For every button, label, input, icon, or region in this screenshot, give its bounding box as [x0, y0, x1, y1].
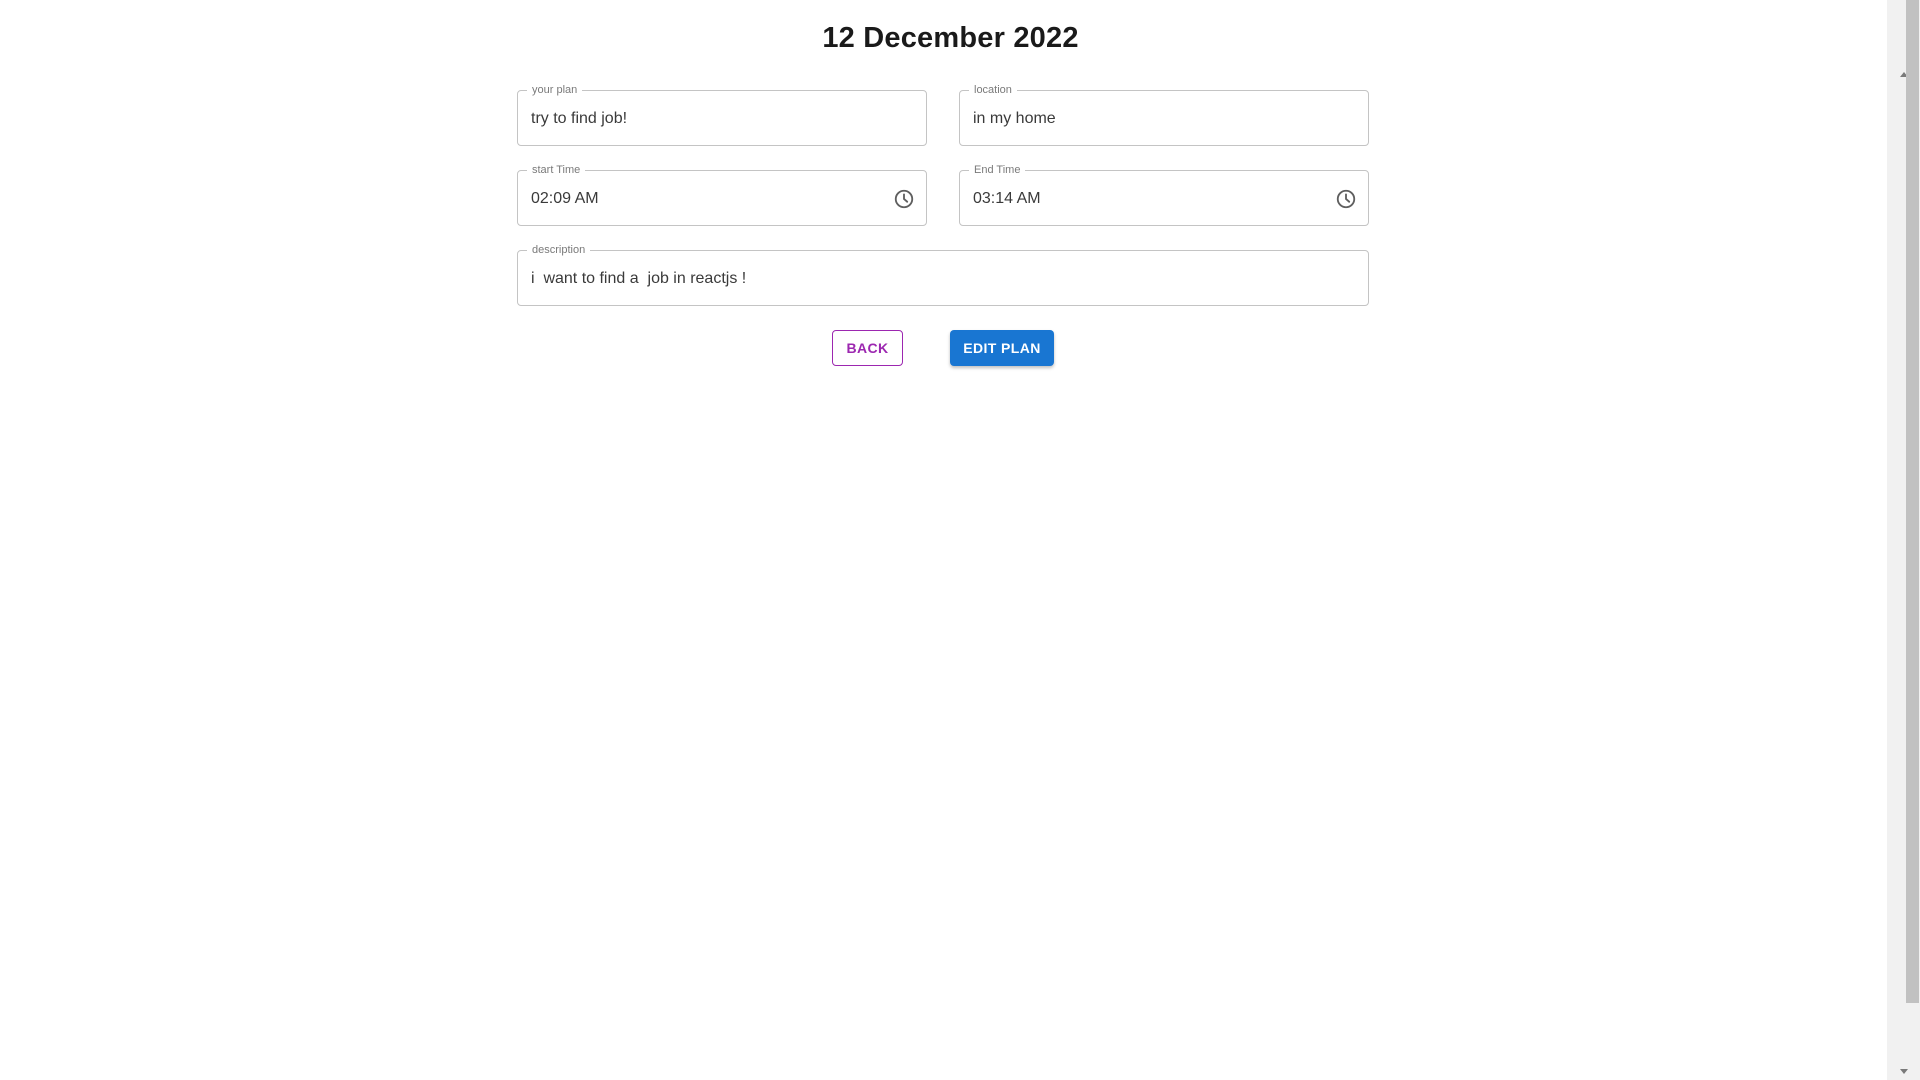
plan-field-value[interactable]: try to find job!: [531, 109, 627, 129]
end-time-field-label: End Time: [969, 164, 1026, 177]
description-field-label: description: [527, 244, 591, 257]
location-field-label: location: [969, 84, 1017, 97]
start-time-field-label: start Time: [527, 164, 586, 177]
start-time-field-value[interactable]: 02:09 AM: [531, 189, 599, 209]
location-field[interactable]: location in my home: [959, 84, 1369, 146]
scrollbar-thumb[interactable]: [1906, 0, 1919, 1003]
page-title: 12 December 2022: [822, 22, 1079, 54]
description-field[interactable]: description i want to find a job in reac…: [517, 244, 1369, 306]
start-time-field[interactable]: start Time 02:09 AM: [517, 164, 927, 226]
vertical-scrollbar[interactable]: [1887, 0, 1920, 1080]
clock-icon[interactable]: [1335, 188, 1357, 210]
description-field-value[interactable]: i want to find a job in reactjs !: [531, 269, 746, 289]
end-time-field-value[interactable]: 03:14 AM: [973, 189, 1041, 209]
clock-icon[interactable]: [893, 188, 915, 210]
edit-plan-button[interactable]: EDIT PLAN: [950, 330, 1054, 366]
scroll-down-arrow-icon[interactable]: [1900, 1069, 1908, 1074]
plan-field[interactable]: your plan try to find job!: [517, 84, 927, 146]
plan-field-label: your plan: [527, 84, 583, 97]
back-button[interactable]: BACK: [832, 330, 903, 366]
end-time-field[interactable]: End Time 03:14 AM: [959, 164, 1369, 226]
page: 12 December 2022 your plan try to find j…: [0, 0, 1887, 1080]
location-field-value[interactable]: in my home: [973, 109, 1056, 129]
